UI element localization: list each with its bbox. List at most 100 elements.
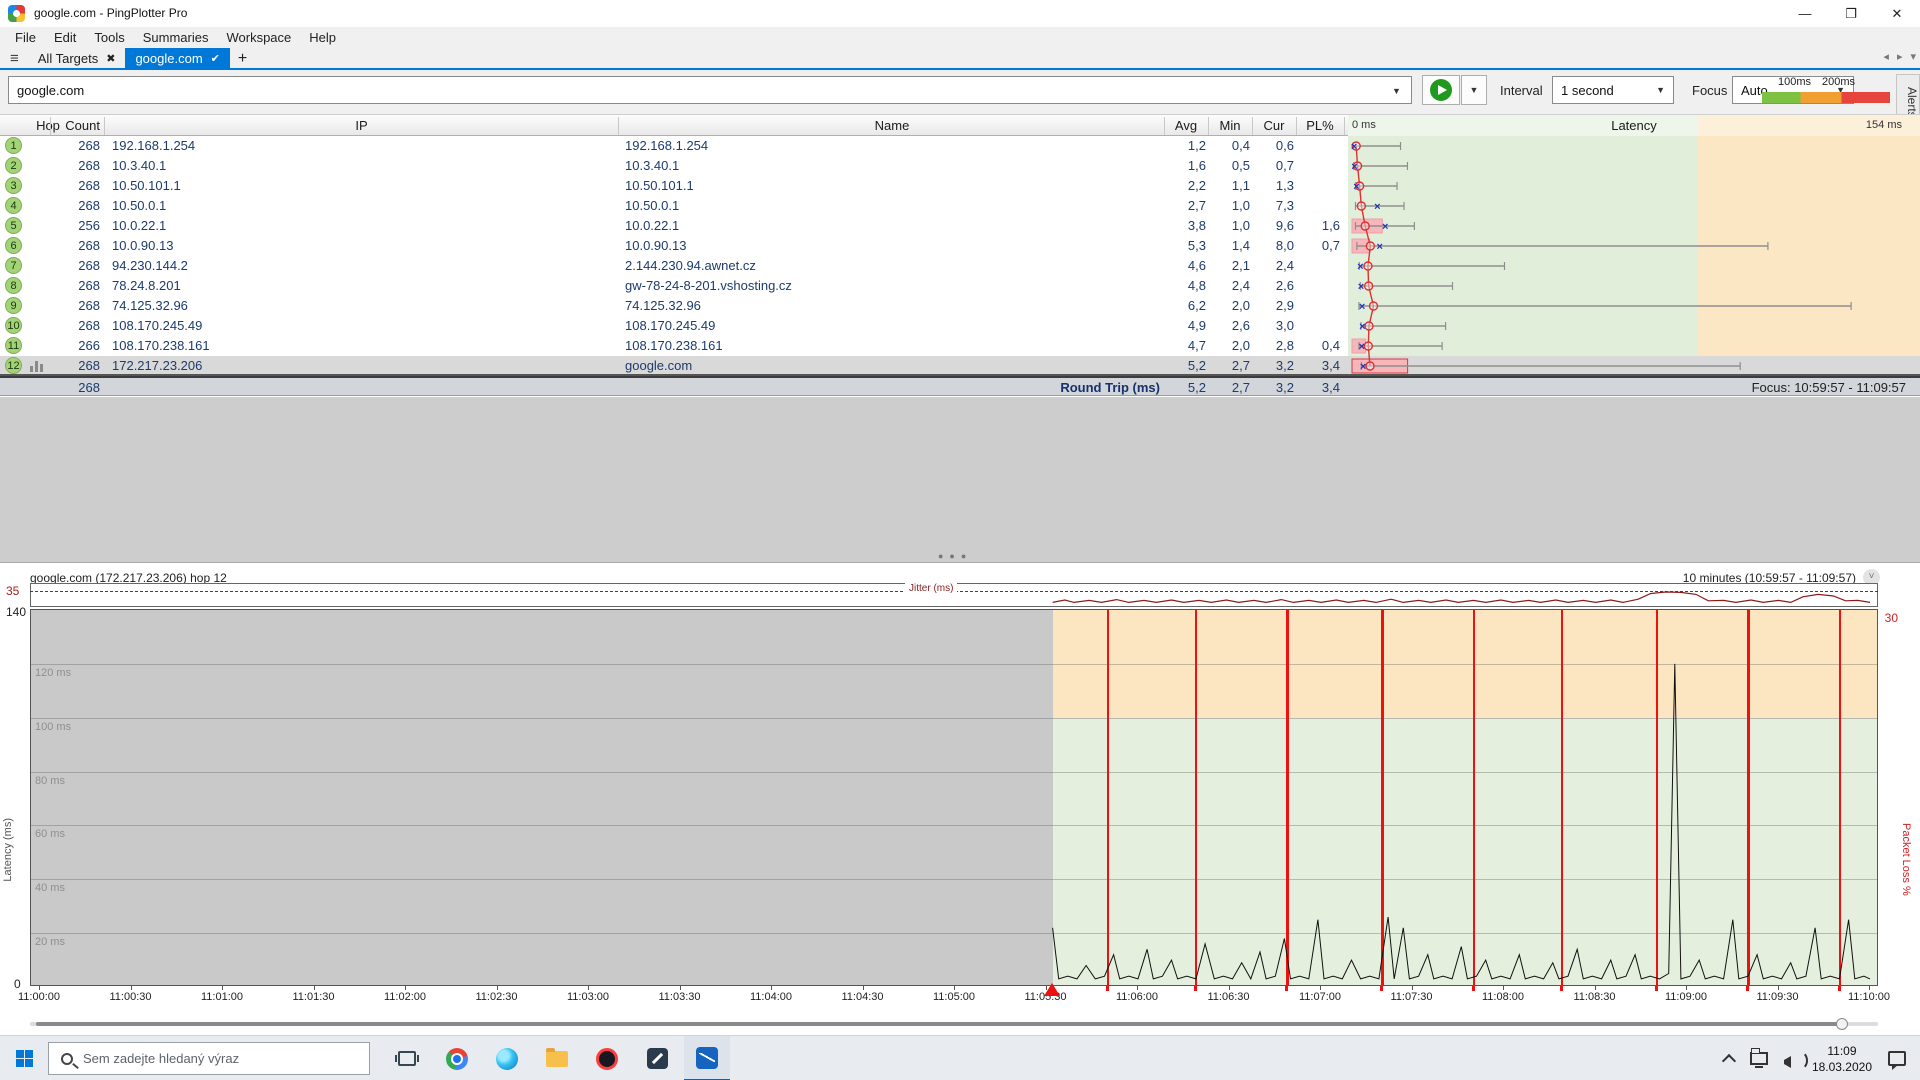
cell-count: 268 <box>52 238 100 253</box>
focus-start-marker-icon[interactable] <box>1044 983 1060 996</box>
time-tick <box>39 986 40 990</box>
cell-min: 2,7 <box>1210 358 1250 373</box>
panel-splitter-handle[interactable]: ●●● <box>938 551 972 561</box>
start-options-dropdown[interactable]: ▼ <box>1461 75 1487 105</box>
column-header-name[interactable]: Name <box>618 118 1166 133</box>
tab-google-com[interactable]: google.com✔ <box>125 48 229 68</box>
column-header-count[interactable]: Count <box>52 118 100 133</box>
taskbar-app-file-explorer[interactable] <box>534 1036 580 1080</box>
time-tick-label: 11:09:30 <box>1756 991 1798 1003</box>
hop-number-badge: 9 <box>5 297 22 314</box>
column-header-pl[interactable]: PL% <box>1298 118 1342 133</box>
scrollbar-knob[interactable] <box>1836 1018 1848 1030</box>
time-tick <box>863 986 864 990</box>
time-tick <box>1686 986 1687 990</box>
tab-nav-arrow-1[interactable]: ▸ <box>1897 50 1903 63</box>
svg-text:×: × <box>1359 301 1365 313</box>
taskbar-app-editor[interactable] <box>634 1036 680 1080</box>
header-separator <box>1252 117 1253 135</box>
cell-cur: 2,6 <box>1254 278 1294 293</box>
menu-item-help[interactable]: Help <box>300 28 345 47</box>
target-input[interactable] <box>8 76 1412 104</box>
column-header-avg[interactable]: Avg <box>1166 118 1206 133</box>
interval-select[interactable]: 1 second▼ <box>1552 76 1674 104</box>
taskbar-app-pingplotter-active[interactable] <box>684 1036 730 1080</box>
taskbar-app-chrome[interactable] <box>434 1036 480 1080</box>
action-center-icon[interactable] <box>1888 1051 1906 1066</box>
menu-item-workspace[interactable]: Workspace <box>217 28 300 47</box>
start-button[interactable] <box>0 1036 48 1080</box>
header-separator <box>618 117 619 135</box>
menu-item-edit[interactable]: Edit <box>45 28 85 47</box>
hidden-icons-chevron-icon[interactable] <box>1722 1052 1736 1066</box>
cell-avg: 1,6 <box>1166 158 1206 173</box>
opera-icon <box>596 1048 618 1070</box>
clock-date: 18.03.2020 <box>1812 1059 1872 1075</box>
cell-pl: 1,6 <box>1298 218 1340 233</box>
taskbar-clock[interactable]: 11:09 18.03.2020 <box>1812 1043 1872 1075</box>
tab-close-icon[interactable]: ✖ <box>106 52 115 65</box>
cell-avg: 2,2 <box>1166 178 1206 193</box>
cell-name: 108.170.245.49 <box>625 318 715 333</box>
tab-all-targets[interactable]: All Targets✖ <box>28 48 126 68</box>
cell-ip: 78.24.8.201 <box>112 278 181 293</box>
cell-avg: 5,3 <box>1166 238 1206 253</box>
hop-number-badge: 11 <box>5 337 22 354</box>
column-header-cur[interactable]: Cur <box>1254 118 1294 133</box>
time-tick-label: 11:01:00 <box>201 991 243 1003</box>
cell-avg: 4,7 <box>1166 338 1206 353</box>
start-trace-button[interactable] <box>1422 75 1460 105</box>
time-tick <box>1137 986 1138 990</box>
cell-ip: 192.168.1.254 <box>112 138 195 153</box>
maximize-button[interactable]: ❐ <box>1828 0 1874 27</box>
svg-text:×: × <box>1351 161 1357 173</box>
cell-name: 10.50.0.1 <box>625 198 679 213</box>
svg-text:×: × <box>1353 181 1359 193</box>
latency-column-header[interactable]: 0 ms Latency 154 ms <box>1348 115 1920 136</box>
new-tab-button[interactable]: + <box>230 50 255 68</box>
close-button[interactable]: ✕ <box>1874 0 1920 27</box>
chrome-icon <box>446 1048 468 1070</box>
timeline-plot-area[interactable]: 120 ms100 ms80 ms60 ms40 ms20 ms <box>30 609 1878 986</box>
target-dropdown-arrow-icon[interactable]: ▼ <box>1392 86 1401 96</box>
tab-nav-arrow-2[interactable]: ▾ <box>1910 50 1916 63</box>
time-tick <box>131 986 132 990</box>
cell-pl: 0,7 <box>1298 238 1340 253</box>
time-tick-label: 11:01:30 <box>292 991 334 1003</box>
scrollbar-thumb[interactable] <box>36 1022 1842 1026</box>
cell-min: 1,4 <box>1210 238 1250 253</box>
column-header-min[interactable]: Min <box>1210 118 1250 133</box>
tab-check-icon[interactable]: ✔ <box>211 52 220 65</box>
time-tick-label: 11:08:30 <box>1573 991 1615 1003</box>
hamburger-icon[interactable]: ≡ <box>0 50 28 68</box>
time-tick <box>1412 986 1413 990</box>
menu-item-summaries[interactable]: Summaries <box>134 28 218 47</box>
taskbar-app-edge[interactable] <box>484 1036 530 1080</box>
network-icon[interactable] <box>1750 1052 1768 1065</box>
cell-ip: 10.50.101.1 <box>112 178 181 193</box>
taskbar-app-opera[interactable] <box>584 1036 630 1080</box>
packet-loss-tick <box>1655 986 1658 991</box>
menu-item-file[interactable]: File <box>6 28 45 47</box>
task-view-button[interactable] <box>384 1036 430 1080</box>
minimize-button[interactable]: — <box>1782 0 1828 27</box>
hop-number-badge: 4 <box>5 197 22 214</box>
packet-loss-axis-title: Packet Loss % <box>1900 823 1912 896</box>
cell-ip: 10.3.40.1 <box>112 158 166 173</box>
menu-item-tools[interactable]: Tools <box>85 28 133 47</box>
cell-avg: 6,2 <box>1166 298 1206 313</box>
tab-nav-arrow-0[interactable]: ◂ <box>1883 50 1889 63</box>
cell-min: 2,0 <box>1210 298 1250 313</box>
latency-scale-max-label: 154 ms <box>1866 119 1902 131</box>
title-bar: google.com - PingPlotter Pro — ❐ ✕ <box>0 0 1920 27</box>
cell-ip: 10.0.22.1 <box>112 218 166 233</box>
cell-ip: 108.170.245.49 <box>112 318 202 333</box>
folder-icon <box>546 1051 568 1067</box>
cell-min: 2,0 <box>1210 338 1250 353</box>
latency-color-legend <box>1762 92 1890 103</box>
taskbar-search-box[interactable]: Sem zadejte hledaný výraz <box>48 1042 370 1075</box>
jitter-axis-max-label: 35 <box>6 584 19 598</box>
tab-scroll-arrows[interactable]: ◂ ▸ ▾ <box>1883 50 1916 63</box>
column-header-ip[interactable]: IP <box>105 118 618 133</box>
volume-icon[interactable] <box>1784 1053 1794 1065</box>
